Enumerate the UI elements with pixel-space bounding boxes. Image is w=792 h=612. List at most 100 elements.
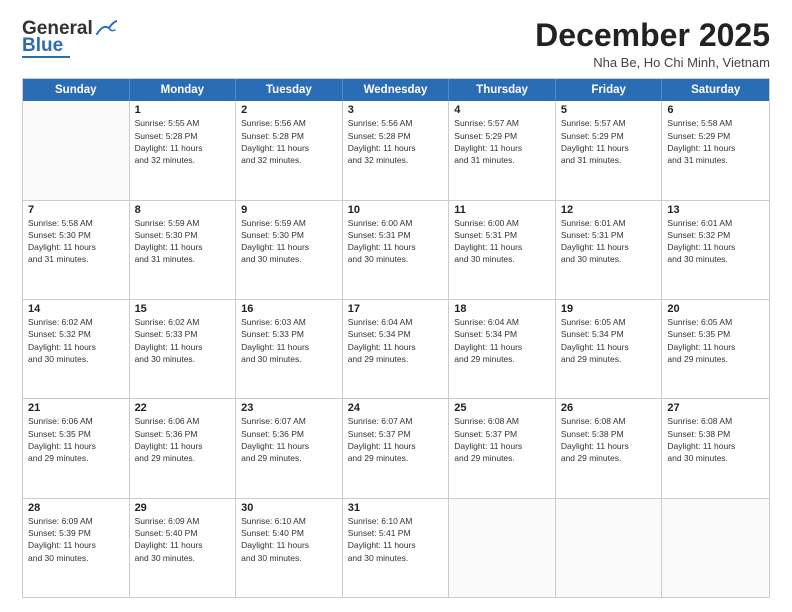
month-title: December 2025 [535, 18, 770, 53]
cell-info: Sunrise: 5:58 AMSunset: 5:30 PMDaylight:… [28, 217, 124, 266]
cell-info: Sunrise: 6:09 AMSunset: 5:39 PMDaylight:… [28, 515, 124, 564]
location: Nha Be, Ho Chi Minh, Vietnam [535, 55, 770, 70]
calendar-cell: 27Sunrise: 6:08 AMSunset: 5:38 PMDayligh… [662, 399, 769, 497]
cell-info: Sunrise: 6:02 AMSunset: 5:32 PMDaylight:… [28, 316, 124, 365]
logo-underline [22, 56, 70, 58]
day-number: 24 [348, 402, 444, 414]
day-number: 6 [667, 104, 764, 116]
day-number: 9 [241, 204, 337, 216]
calendar-row-4: 28Sunrise: 6:09 AMSunset: 5:39 PMDayligh… [23, 499, 769, 597]
day-number: 26 [561, 402, 657, 414]
cell-info: Sunrise: 6:05 AMSunset: 5:35 PMDaylight:… [667, 316, 764, 365]
day-number: 1 [135, 104, 231, 116]
calendar-cell: 4Sunrise: 5:57 AMSunset: 5:29 PMDaylight… [449, 101, 556, 199]
cell-info: Sunrise: 5:56 AMSunset: 5:28 PMDaylight:… [241, 117, 337, 166]
calendar-cell [449, 499, 556, 597]
cell-info: Sunrise: 6:04 AMSunset: 5:34 PMDaylight:… [454, 316, 550, 365]
calendar-cell: 21Sunrise: 6:06 AMSunset: 5:35 PMDayligh… [23, 399, 130, 497]
day-number: 15 [135, 303, 231, 315]
day-number: 3 [348, 104, 444, 116]
cell-info: Sunrise: 6:03 AMSunset: 5:33 PMDaylight:… [241, 316, 337, 365]
day-number: 16 [241, 303, 337, 315]
logo-blue: Blue [22, 36, 63, 55]
day-number: 21 [28, 402, 124, 414]
day-number: 18 [454, 303, 550, 315]
page: General Blue December 2025 Nha Be, Ho Ch… [0, 0, 792, 612]
day-number: 29 [135, 502, 231, 514]
day-number: 2 [241, 104, 337, 116]
day-number: 7 [28, 204, 124, 216]
logo: General Blue [22, 18, 117, 58]
calendar-cell: 22Sunrise: 6:06 AMSunset: 5:36 PMDayligh… [130, 399, 237, 497]
cell-info: Sunrise: 6:01 AMSunset: 5:32 PMDaylight:… [667, 217, 764, 266]
cell-info: Sunrise: 6:07 AMSunset: 5:37 PMDaylight:… [348, 415, 444, 464]
cell-info: Sunrise: 5:59 AMSunset: 5:30 PMDaylight:… [135, 217, 231, 266]
calendar-cell: 3Sunrise: 5:56 AMSunset: 5:28 PMDaylight… [343, 101, 450, 199]
cell-info: Sunrise: 6:05 AMSunset: 5:34 PMDaylight:… [561, 316, 657, 365]
calendar-cell [556, 499, 663, 597]
cell-info: Sunrise: 6:08 AMSunset: 5:38 PMDaylight:… [561, 415, 657, 464]
calendar-cell: 17Sunrise: 6:04 AMSunset: 5:34 PMDayligh… [343, 300, 450, 398]
header-day-saturday: Saturday [662, 79, 769, 101]
day-number: 10 [348, 204, 444, 216]
header: General Blue December 2025 Nha Be, Ho Ch… [22, 18, 770, 70]
day-number: 4 [454, 104, 550, 116]
day-number: 14 [28, 303, 124, 315]
calendar-cell: 11Sunrise: 6:00 AMSunset: 5:31 PMDayligh… [449, 201, 556, 299]
cell-info: Sunrise: 6:07 AMSunset: 5:36 PMDaylight:… [241, 415, 337, 464]
calendar-cell: 29Sunrise: 6:09 AMSunset: 5:40 PMDayligh… [130, 499, 237, 597]
calendar-cell: 30Sunrise: 6:10 AMSunset: 5:40 PMDayligh… [236, 499, 343, 597]
calendar-cell: 12Sunrise: 6:01 AMSunset: 5:31 PMDayligh… [556, 201, 663, 299]
cell-info: Sunrise: 6:10 AMSunset: 5:41 PMDaylight:… [348, 515, 444, 564]
calendar-cell: 1Sunrise: 5:55 AMSunset: 5:28 PMDaylight… [130, 101, 237, 199]
calendar-cell: 18Sunrise: 6:04 AMSunset: 5:34 PMDayligh… [449, 300, 556, 398]
cell-info: Sunrise: 6:00 AMSunset: 5:31 PMDaylight:… [348, 217, 444, 266]
day-number: 28 [28, 502, 124, 514]
calendar-row-0: 1Sunrise: 5:55 AMSunset: 5:28 PMDaylight… [23, 101, 769, 200]
calendar-cell: 2Sunrise: 5:56 AMSunset: 5:28 PMDaylight… [236, 101, 343, 199]
day-number: 31 [348, 502, 444, 514]
title-block: December 2025 Nha Be, Ho Chi Minh, Vietn… [535, 18, 770, 70]
day-number: 17 [348, 303, 444, 315]
day-number: 27 [667, 402, 764, 414]
calendar-cell: 20Sunrise: 6:05 AMSunset: 5:35 PMDayligh… [662, 300, 769, 398]
calendar-cell: 19Sunrise: 6:05 AMSunset: 5:34 PMDayligh… [556, 300, 663, 398]
calendar-row-3: 21Sunrise: 6:06 AMSunset: 5:35 PMDayligh… [23, 399, 769, 498]
cell-info: Sunrise: 5:58 AMSunset: 5:29 PMDaylight:… [667, 117, 764, 166]
calendar-cell: 23Sunrise: 6:07 AMSunset: 5:36 PMDayligh… [236, 399, 343, 497]
calendar-row-1: 7Sunrise: 5:58 AMSunset: 5:30 PMDaylight… [23, 201, 769, 300]
calendar-cell: 8Sunrise: 5:59 AMSunset: 5:30 PMDaylight… [130, 201, 237, 299]
day-number: 23 [241, 402, 337, 414]
day-number: 8 [135, 204, 231, 216]
cell-info: Sunrise: 6:09 AMSunset: 5:40 PMDaylight:… [135, 515, 231, 564]
calendar-cell: 9Sunrise: 5:59 AMSunset: 5:30 PMDaylight… [236, 201, 343, 299]
day-number: 20 [667, 303, 764, 315]
header-day-thursday: Thursday [449, 79, 556, 101]
calendar-cell: 25Sunrise: 6:08 AMSunset: 5:37 PMDayligh… [449, 399, 556, 497]
calendar-cell [662, 499, 769, 597]
calendar-cell [23, 101, 130, 199]
header-day-sunday: Sunday [23, 79, 130, 101]
calendar-row-2: 14Sunrise: 6:02 AMSunset: 5:32 PMDayligh… [23, 300, 769, 399]
cell-info: Sunrise: 6:04 AMSunset: 5:34 PMDaylight:… [348, 316, 444, 365]
day-number: 25 [454, 402, 550, 414]
cell-info: Sunrise: 6:08 AMSunset: 5:37 PMDaylight:… [454, 415, 550, 464]
header-day-monday: Monday [130, 79, 237, 101]
cell-info: Sunrise: 6:00 AMSunset: 5:31 PMDaylight:… [454, 217, 550, 266]
logo-bird-icon [95, 20, 117, 38]
day-number: 11 [454, 204, 550, 216]
calendar-cell: 13Sunrise: 6:01 AMSunset: 5:32 PMDayligh… [662, 201, 769, 299]
cell-info: Sunrise: 5:59 AMSunset: 5:30 PMDaylight:… [241, 217, 337, 266]
header-day-tuesday: Tuesday [236, 79, 343, 101]
cell-info: Sunrise: 6:06 AMSunset: 5:36 PMDaylight:… [135, 415, 231, 464]
calendar-header: SundayMondayTuesdayWednesdayThursdayFrid… [23, 79, 769, 101]
cell-info: Sunrise: 6:01 AMSunset: 5:31 PMDaylight:… [561, 217, 657, 266]
calendar-cell: 5Sunrise: 5:57 AMSunset: 5:29 PMDaylight… [556, 101, 663, 199]
calendar-cell: 6Sunrise: 5:58 AMSunset: 5:29 PMDaylight… [662, 101, 769, 199]
cell-info: Sunrise: 6:02 AMSunset: 5:33 PMDaylight:… [135, 316, 231, 365]
calendar-cell: 15Sunrise: 6:02 AMSunset: 5:33 PMDayligh… [130, 300, 237, 398]
cell-info: Sunrise: 6:06 AMSunset: 5:35 PMDaylight:… [28, 415, 124, 464]
calendar-cell: 16Sunrise: 6:03 AMSunset: 5:33 PMDayligh… [236, 300, 343, 398]
calendar-body: 1Sunrise: 5:55 AMSunset: 5:28 PMDaylight… [23, 101, 769, 597]
cell-info: Sunrise: 6:08 AMSunset: 5:38 PMDaylight:… [667, 415, 764, 464]
